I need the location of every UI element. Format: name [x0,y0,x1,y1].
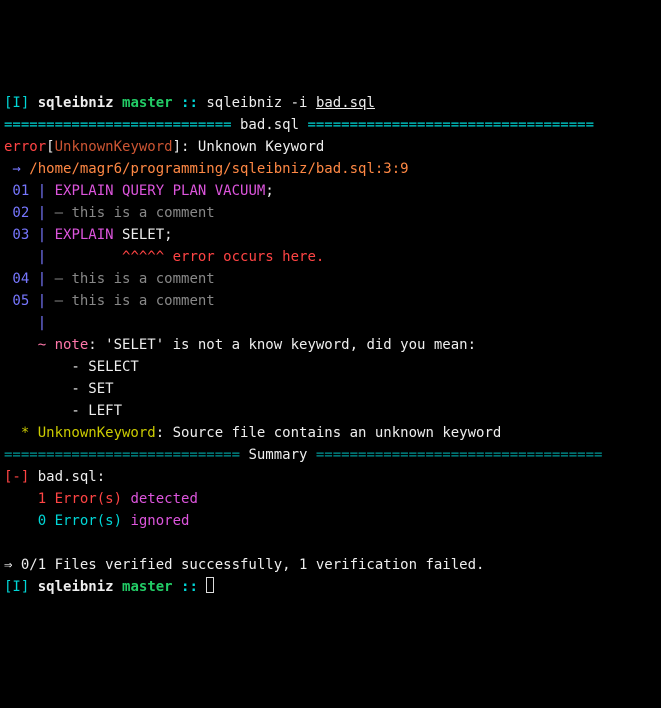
suggestion: - SELECT [4,359,139,375]
colon: : [181,139,198,155]
count: 0 [4,513,55,529]
note-message: 'SELET' is not a know keyword, did you m… [105,337,476,353]
caret-icon: ^^^^^ [122,249,173,265]
suggestion: - SET [4,381,114,397]
mode-indicator: [I] [4,95,29,111]
arg-file: bad.sql [316,95,375,111]
gutter-pipe: | [38,249,46,265]
status-marker: [-] [4,469,29,485]
prompt-line: [I] sqleibniz master :: sqleibniz -i bad… [4,95,375,111]
line-number [4,315,38,331]
note-label: note [55,337,89,353]
code-line: 05 | — this is a comment [4,293,215,309]
code-line: 03 | EXPLAIN SELET; [4,227,173,243]
padding [46,249,122,265]
code-line: 04 | — this is a comment [4,271,215,287]
gutter-pipe: | [38,315,46,331]
cursor-icon[interactable] [206,577,214,593]
caret-message: error occurs here. [173,249,325,265]
line-number: 01 [4,183,38,199]
header-title: bad.sql [232,117,308,133]
prompt-line[interactable]: [I] sqleibniz master :: [4,579,214,595]
bracket: [ [46,139,54,155]
line-number [4,249,38,265]
empty-gutter: | [4,315,46,331]
branch: master [122,95,173,111]
tilde-icon: ~ [4,337,55,353]
error-count: 1 Error(s) detected [4,491,198,507]
suggestion: - LEFT [4,403,122,419]
command: sqleibniz -i [206,95,307,111]
final-message: 0/1 Files verified successfully, 1 verif… [21,557,485,573]
semicolon: ; [164,227,172,243]
comment: — this is a comment [46,205,215,221]
arrow-icon: ⇒ [4,557,21,573]
caret-line: | ^^^^^ error occurs here. [4,249,324,265]
colon: : [88,337,105,353]
file-path: /home/magr6/programming/sqleibniz/bad.sq… [29,161,408,177]
error-code: UnknownKeyword [55,139,173,155]
label: Error(s) [55,513,131,529]
file-name: bad.sql: [29,469,105,485]
error-name: UnknownKeyword [38,425,156,441]
colon: : [156,425,173,441]
ignored-count: 0 Error(s) ignored [4,513,189,529]
summary-header: ============================ Summary ===… [4,447,602,463]
line-number: 03 [4,227,38,243]
rule-right: ================================== [316,447,603,463]
status: detected [130,491,197,507]
error-message: Unknown Keyword [198,139,324,155]
arrow-icon: → [4,161,29,177]
summary-title: Summary [240,447,316,463]
file-result: [-] bad.sql: [4,469,105,485]
final-line: ⇒ 0/1 Files verified successfully, 1 ver… [4,557,484,573]
line-number: 04 [4,271,38,287]
comment: — this is a comment [46,271,215,287]
terminal-output: [I] sqleibniz master :: sqleibniz -i bad… [4,92,657,598]
error-line: error[UnknownKeyword]: Unknown Keyword [4,139,324,155]
gutter-pipe: | [38,205,46,221]
error-label: error [4,139,46,155]
note-line: ~ note: 'SELET' is not a know keyword, d… [4,337,476,353]
rule-left: =========================== [4,117,232,133]
mode-indicator: [I] [4,579,29,595]
sql-keywords: EXPLAIN QUERY PLAN VACUUM [46,183,265,199]
semicolon: ; [265,183,273,199]
code-line: 02 | — this is a comment [4,205,215,221]
status: ignored [130,513,189,529]
error-desc: Source file contains an unknown keyword [173,425,502,441]
gutter-pipe: | [38,293,46,309]
cwd: sqleibniz [38,579,114,595]
bad-keyword: SELET [114,227,165,243]
sql-keyword: EXPLAIN [46,227,113,243]
count: 1 [4,491,55,507]
rule-left: ============================ [4,447,240,463]
star-line: * UnknownKeyword: Source file contains a… [4,425,501,441]
star-icon: * [4,425,38,441]
path-line: → /home/magr6/programming/sqleibniz/bad.… [4,161,409,177]
bracket: ] [173,139,181,155]
separator: :: [181,95,198,111]
separator: :: [181,579,206,595]
file-header: =========================== bad.sql ====… [4,117,594,133]
gutter-pipe: | [38,183,46,199]
comment: — this is a comment [46,293,215,309]
gutter-pipe: | [38,271,46,287]
gutter-pipe: | [38,227,46,243]
label: Error(s) [55,491,131,507]
cwd: sqleibniz [38,95,114,111]
line-number: 05 [4,293,38,309]
code-line: 01 | EXPLAIN QUERY PLAN VACUUM; [4,183,274,199]
line-number: 02 [4,205,38,221]
rule-right: ================================== [307,117,594,133]
branch: master [122,579,173,595]
